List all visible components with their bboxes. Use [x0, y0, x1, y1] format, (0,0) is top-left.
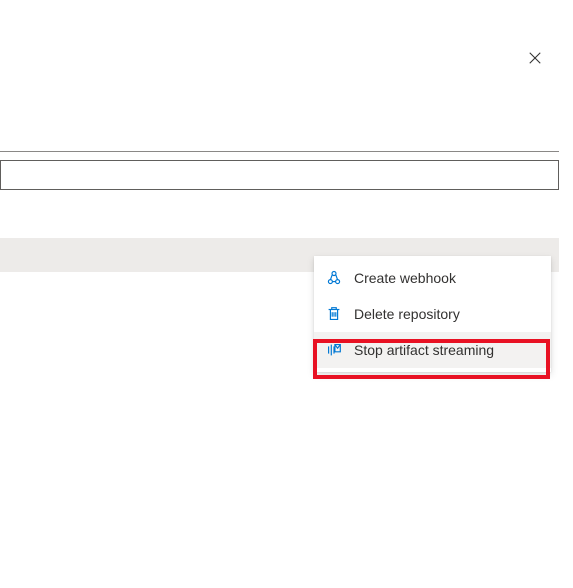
context-menu: Create webhook Delete repository	[314, 256, 551, 372]
menu-item-label: Create webhook	[354, 270, 456, 286]
divider	[0, 151, 559, 152]
streaming-icon	[324, 340, 344, 360]
filter-input[interactable]	[0, 160, 559, 190]
menu-item-delete-repository[interactable]: Delete repository	[314, 296, 551, 332]
menu-item-create-webhook[interactable]: Create webhook	[314, 260, 551, 296]
close-icon	[528, 51, 542, 65]
menu-item-label: Stop artifact streaming	[354, 342, 494, 358]
menu-item-stop-artifact-streaming[interactable]: Stop artifact streaming	[314, 332, 551, 368]
menu-item-label: Delete repository	[354, 306, 460, 322]
close-button[interactable]	[525, 48, 545, 68]
webhook-icon	[324, 268, 344, 288]
delete-icon	[324, 304, 344, 324]
